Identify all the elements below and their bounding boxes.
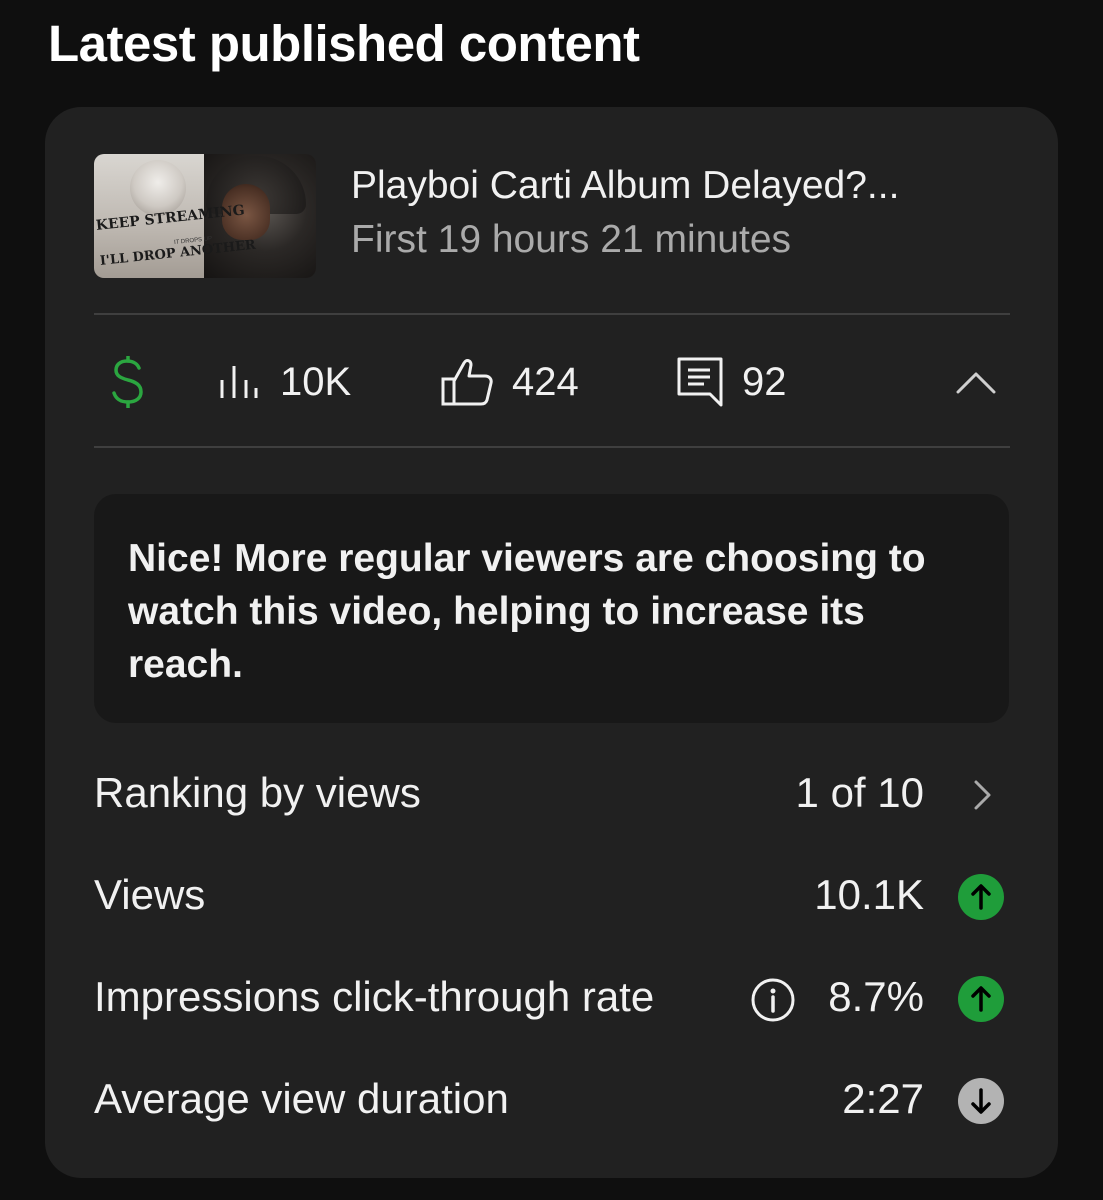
thumbnail-graphic (130, 160, 186, 216)
chevron-up-icon (956, 372, 996, 394)
metric-row-ranking[interactable]: Ranking by views 1 of 10 (94, 765, 1010, 825)
metric-row-ctr: Impressions click-through rate 8.7% (94, 969, 1010, 1029)
comments-stat[interactable]: 92 (676, 347, 787, 417)
divider (94, 313, 1010, 315)
collapse-button[interactable] (956, 347, 996, 417)
insight-message: Nice! More regular viewers are choosing … (128, 537, 926, 686)
divider (94, 446, 1010, 448)
metric-value: 2:27 (842, 1075, 924, 1122)
arrow-up-icon (958, 976, 1004, 1022)
video-period: First 19 hours 21 minutes (351, 218, 792, 261)
arrow-down-icon (958, 1078, 1004, 1124)
stats-row: 10K 424 92 (94, 347, 1010, 417)
likes-count: 424 (512, 359, 579, 404)
likes-stat[interactable]: 424 (440, 347, 579, 417)
comments-count: 92 (742, 359, 787, 404)
bar-chart-icon (220, 366, 258, 398)
metric-label: Impressions click-through rate (94, 973, 655, 1020)
metric-label: Average view duration (94, 1075, 509, 1122)
video-row[interactable]: KEEP STREAMING IT DROPS UP I'LL DROP ANO… (94, 154, 1014, 278)
metric-label: Ranking by views (94, 769, 421, 816)
metric-value: 8.7% (828, 973, 924, 1020)
page-title: Latest published content (48, 15, 640, 72)
metric-value: 1 of 10 (795, 769, 924, 816)
latest-content-card: KEEP STREAMING IT DROPS UP I'LL DROP ANO… (45, 107, 1058, 1178)
chevron-right-icon[interactable] (958, 772, 1004, 818)
monetization-status[interactable] (110, 347, 146, 417)
dollar-icon (112, 356, 143, 408)
views-stat[interactable]: 10K (216, 347, 351, 417)
metric-row-views: Views 10.1K (94, 867, 1010, 927)
video-thumbnail[interactable]: KEEP STREAMING IT DROPS UP I'LL DROP ANO… (94, 154, 316, 278)
metric-label: Views (94, 871, 206, 918)
video-title[interactable]: Playboi Carti Album Delayed?... (351, 164, 899, 208)
arrow-up-icon (958, 874, 1004, 920)
comment-icon (677, 357, 723, 407)
info-icon[interactable] (750, 977, 796, 1023)
thumbs-up-icon (441, 359, 493, 406)
views-count: 10K (280, 359, 352, 404)
metric-row-avg-duration: Average view duration 2:27 (94, 1071, 1010, 1131)
metric-value: 10.1K (814, 871, 924, 918)
insight-box: Nice! More regular viewers are choosing … (94, 494, 1009, 723)
